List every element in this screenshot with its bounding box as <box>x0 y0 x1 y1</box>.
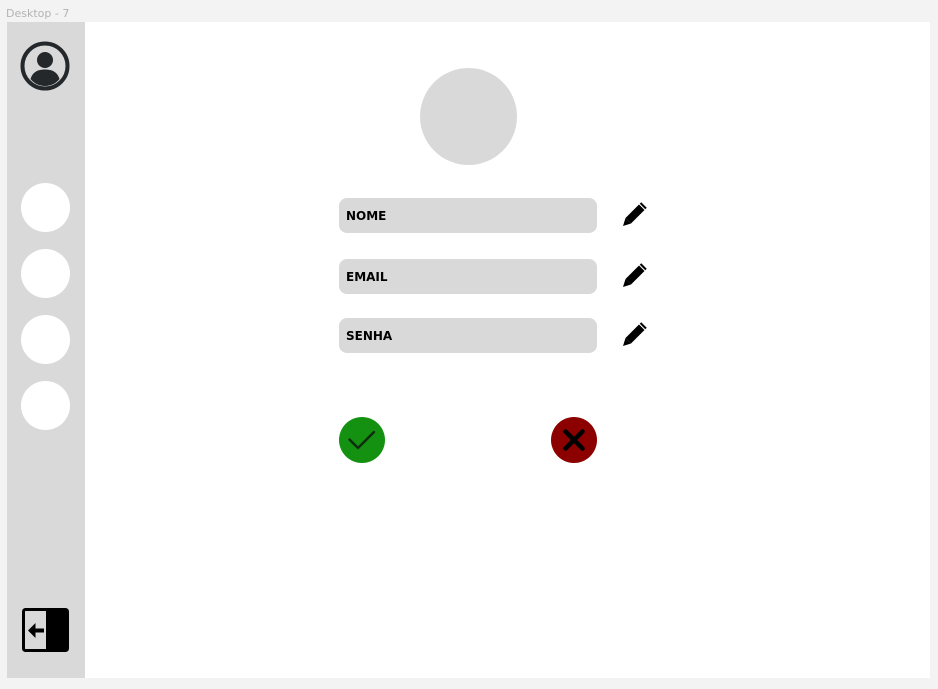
name-field[interactable]: NOME <box>339 198 597 233</box>
password-field[interactable]: SENHA <box>339 318 597 353</box>
sidebar-nav-item-3[interactable] <box>21 315 70 364</box>
logout-arrow-icon <box>22 608 69 652</box>
profile-button[interactable] <box>20 41 70 91</box>
pencil-icon <box>623 202 647 226</box>
frame-title: Desktop - 7 <box>6 7 70 20</box>
email-field[interactable]: EMAIL <box>339 259 597 294</box>
profile-photo-placeholder[interactable] <box>420 68 517 165</box>
pencil-icon <box>623 263 647 287</box>
x-close-icon <box>563 429 585 451</box>
sidebar <box>7 22 85 678</box>
sidebar-nav-item-1[interactable] <box>21 183 70 232</box>
sidebar-nav-item-4[interactable] <box>21 381 70 430</box>
edit-name-button[interactable] <box>622 202 648 228</box>
desktop-frame: NOME EMAIL SENHA <box>7 22 930 678</box>
sidebar-nav-item-2[interactable] <box>21 249 70 298</box>
cancel-button[interactable] <box>551 417 597 463</box>
confirm-button[interactable] <box>339 417 385 463</box>
edit-password-button[interactable] <box>622 322 648 348</box>
pencil-icon <box>623 322 647 346</box>
checkmark-icon <box>348 430 376 450</box>
edit-email-button[interactable] <box>622 263 648 289</box>
user-circle-icon <box>20 41 70 91</box>
logout-button[interactable] <box>22 608 70 653</box>
